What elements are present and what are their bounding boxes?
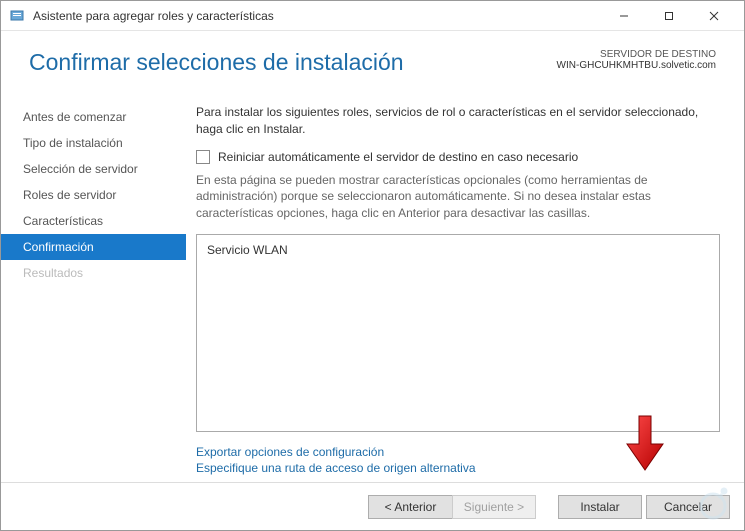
maximize-button[interactable] [646,1,691,31]
window-title: Asistente para agregar roles y caracterí… [33,9,601,23]
wizard-step[interactable]: Confirmación [1,234,186,260]
optional-features-note: En esta página se pueden mostrar caracte… [196,172,720,222]
wizard-footer: < Anterior Siguiente > Instalar Cancelar [1,482,744,530]
wizard-steps: Antes de comenzarTipo de instalaciónSele… [1,90,186,482]
wizard-step[interactable]: Selección de servidor [1,156,186,182]
list-item: Servicio WLAN [207,243,709,257]
destination-server-name: WIN-GHCUHKMHTBU.solvetic.com [557,60,716,71]
destination-server-block: SERVIDOR DE DESTINO WIN-GHCUHKMHTBU.solv… [557,49,716,71]
page-title: Confirmar selecciones de instalación [29,49,404,76]
restart-checkbox-row[interactable]: Reiniciar automáticamente el servidor de… [196,150,720,164]
content-panel: Para instalar los siguientes roles, serv… [186,90,744,482]
window-controls [601,1,736,31]
close-button[interactable] [691,1,736,31]
wizard-header: Confirmar selecciones de instalación SER… [1,31,744,90]
restart-checkbox[interactable] [196,150,210,164]
intro-text: Para instalar los siguientes roles, serv… [196,104,720,138]
destination-server-label: SERVIDOR DE DESTINO [557,49,716,60]
next-button: Siguiente > [452,495,536,519]
wizard-step: Resultados [1,260,186,286]
install-button[interactable]: Instalar [558,495,642,519]
wizard-step[interactable]: Antes de comenzar [1,104,186,130]
wizard-body: Antes de comenzarTipo de instalaciónSele… [1,90,744,482]
wizard-step[interactable]: Roles de servidor [1,182,186,208]
app-icon [9,8,25,24]
selected-features-list[interactable]: Servicio WLAN [196,234,720,432]
cancel-button[interactable]: Cancelar [646,495,730,519]
wizard-step[interactable]: Características [1,208,186,234]
previous-button[interactable]: < Anterior [368,495,452,519]
export-config-link[interactable]: Exportar opciones de configuración [196,444,720,460]
alternate-source-link[interactable]: Especifique una ruta de acceso de origen… [196,460,720,476]
titlebar: Asistente para agregar roles y caracterí… [1,1,744,31]
minimize-button[interactable] [601,1,646,31]
nav-button-group: < Anterior Siguiente > [368,495,536,519]
restart-checkbox-label: Reiniciar automáticamente el servidor de… [218,150,578,164]
wizard-window: Asistente para agregar roles y caracterí… [0,0,745,531]
action-links: Exportar opciones de configuración Espec… [196,444,720,476]
wizard-step[interactable]: Tipo de instalación [1,130,186,156]
